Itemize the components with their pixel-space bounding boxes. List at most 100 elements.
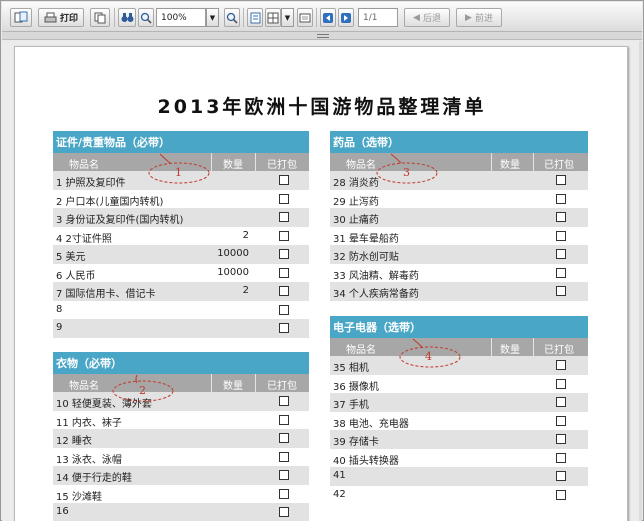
- packed-checkbox[interactable]: [556, 249, 566, 259]
- item-name: 36 摄像机: [333, 381, 379, 393]
- table-row: 38 电池、充电器: [330, 411, 588, 430]
- packed-checkbox[interactable]: [556, 230, 566, 241]
- previous-page-button[interactable]: [338, 8, 354, 27]
- packed-checkbox[interactable]: [556, 267, 566, 278]
- packed-checkbox[interactable]: [279, 396, 289, 406]
- splitter-grip[interactable]: [317, 34, 329, 38]
- page-layout-dropdown[interactable]: ▼: [281, 8, 294, 27]
- packed-checkbox[interactable]: [556, 193, 566, 204]
- export-icon: [14, 11, 28, 23]
- zoom-dropdown[interactable]: ▼: [206, 8, 219, 27]
- annotation-number: 2: [139, 384, 146, 397]
- table-row: 15 沙滩鞋: [53, 484, 309, 503]
- column-packed: 已打包: [544, 160, 574, 171]
- zoom-button[interactable]: [138, 8, 154, 27]
- back-label: 后退: [422, 14, 441, 24]
- back-button[interactable]: ◀ 后退: [404, 8, 450, 27]
- binoculars-button[interactable]: [118, 8, 136, 27]
- packed-checkbox[interactable]: [279, 488, 289, 499]
- packed-checkbox[interactable]: [279, 323, 289, 333]
- packed-checkbox[interactable]: [556, 434, 566, 444]
- report-viewer-window: 打印 100% ▼ ▼ 1/1 ◀ 后退 ▶ 前进 2013年欧洲十国游物品整理…: [0, 0, 644, 521]
- previous-page-icon: [341, 12, 351, 23]
- document-viewport[interactable]: 2013年欧洲十国游物品整理清单 证件/贵重物品（必带） 物品名 数量 已打包 …: [2, 41, 642, 521]
- column-packed: 已打包: [267, 381, 297, 392]
- print-button[interactable]: 打印: [38, 8, 84, 27]
- packed-checkbox[interactable]: [556, 397, 566, 407]
- packed-checkbox[interactable]: [556, 175, 566, 185]
- table-row: 35 相机: [330, 356, 588, 375]
- table-row: 10 轻便夏装、薄外套: [53, 392, 309, 411]
- section-title: 衣物（必带）: [53, 352, 309, 374]
- zoom-out-button[interactable]: [224, 8, 240, 27]
- packed-checkbox[interactable]: [279, 414, 289, 425]
- toolbar-splitter[interactable]: [2, 32, 642, 40]
- item-quantity: 2: [242, 229, 249, 241]
- item-name: 29 止泻药: [333, 196, 379, 208]
- packed-checkbox[interactable]: [556, 360, 566, 370]
- packed-checkbox[interactable]: [279, 230, 289, 241]
- packed-checkbox[interactable]: [556, 212, 566, 222]
- page-setup-button[interactable]: [297, 8, 313, 27]
- item-name: 1 护照及复印件: [56, 178, 126, 189]
- item-name: 32 防水创可贴: [333, 252, 399, 263]
- packed-checkbox[interactable]: [279, 249, 289, 259]
- item-name: 12 睡衣: [56, 436, 92, 447]
- section-title: 药品（选带）: [330, 131, 588, 153]
- packed-checkbox[interactable]: [279, 286, 289, 296]
- column-packed: 已打包: [267, 160, 297, 171]
- packed-checkbox[interactable]: [279, 507, 289, 517]
- copy-icon: [94, 12, 106, 23]
- forward-label: 前进: [474, 14, 493, 24]
- item-name: 4 2寸证件照: [56, 233, 112, 245]
- page-icon: [250, 12, 260, 23]
- column-divider: [255, 374, 256, 392]
- column-item: 物品名: [346, 160, 376, 171]
- packed-checkbox[interactable]: [279, 212, 289, 222]
- table-row: 41: [330, 467, 588, 486]
- first-page-button[interactable]: [320, 8, 336, 27]
- table-row: 29 止泻药: [330, 189, 588, 208]
- packed-checkbox[interactable]: [556, 471, 566, 481]
- packed-checkbox[interactable]: [279, 470, 289, 480]
- multi-page-button[interactable]: [265, 8, 281, 27]
- packed-checkbox[interactable]: [556, 415, 566, 426]
- annotation-number: 1: [175, 166, 182, 179]
- printer-icon: [44, 12, 57, 22]
- table-row: 37 手机: [330, 393, 588, 412]
- item-name: 5 美元: [56, 252, 86, 263]
- packed-checkbox[interactable]: [556, 378, 566, 389]
- item-name: 41: [333, 470, 346, 481]
- column-divider: [491, 153, 492, 171]
- packed-checkbox[interactable]: [556, 286, 566, 296]
- table-row: 2 户口本(儿童国内转机): [53, 189, 309, 208]
- packed-checkbox[interactable]: [279, 267, 289, 278]
- back-arrow-icon: ◀: [413, 12, 420, 23]
- packed-checkbox[interactable]: [279, 175, 289, 185]
- forward-button[interactable]: ▶ 前进: [456, 8, 502, 27]
- packed-checkbox[interactable]: [556, 452, 566, 463]
- export-button[interactable]: [10, 8, 32, 27]
- vertical-scrollbar[interactable]: [639, 41, 642, 521]
- packed-checkbox[interactable]: [279, 193, 289, 204]
- page-number-input[interactable]: 1/1: [358, 8, 398, 27]
- binoculars-icon: [121, 13, 133, 22]
- packed-checkbox[interactable]: [279, 304, 289, 315]
- packed-checkbox[interactable]: [556, 489, 566, 500]
- print-label: 打印: [59, 14, 78, 24]
- column-qty: 数量: [500, 345, 520, 356]
- packed-checkbox[interactable]: [279, 433, 289, 443]
- table-row: 13 泳衣、泳帽: [53, 447, 309, 466]
- packed-checkbox[interactable]: [279, 451, 289, 462]
- section-clothing: 衣物（必带） 物品名 数量 已打包 10 轻便夏装、薄外套 11 内衣、袜子 12 …: [53, 352, 309, 521]
- toolbar-separator: [243, 8, 244, 27]
- zoom-input[interactable]: 100%: [156, 8, 206, 27]
- item-name: 2 户口本(儿童国内转机): [56, 196, 164, 208]
- copy-button[interactable]: [90, 8, 110, 27]
- item-name: 13 泳衣、泳帽: [56, 454, 122, 466]
- zoom-out-icon: [226, 12, 238, 24]
- table-row: 32 防水创可贴: [330, 245, 588, 264]
- section-title: 证件/贵重物品（必带）: [53, 131, 309, 153]
- single-page-button[interactable]: [247, 8, 263, 27]
- item-name: 14 便于行走的鞋: [56, 473, 132, 484]
